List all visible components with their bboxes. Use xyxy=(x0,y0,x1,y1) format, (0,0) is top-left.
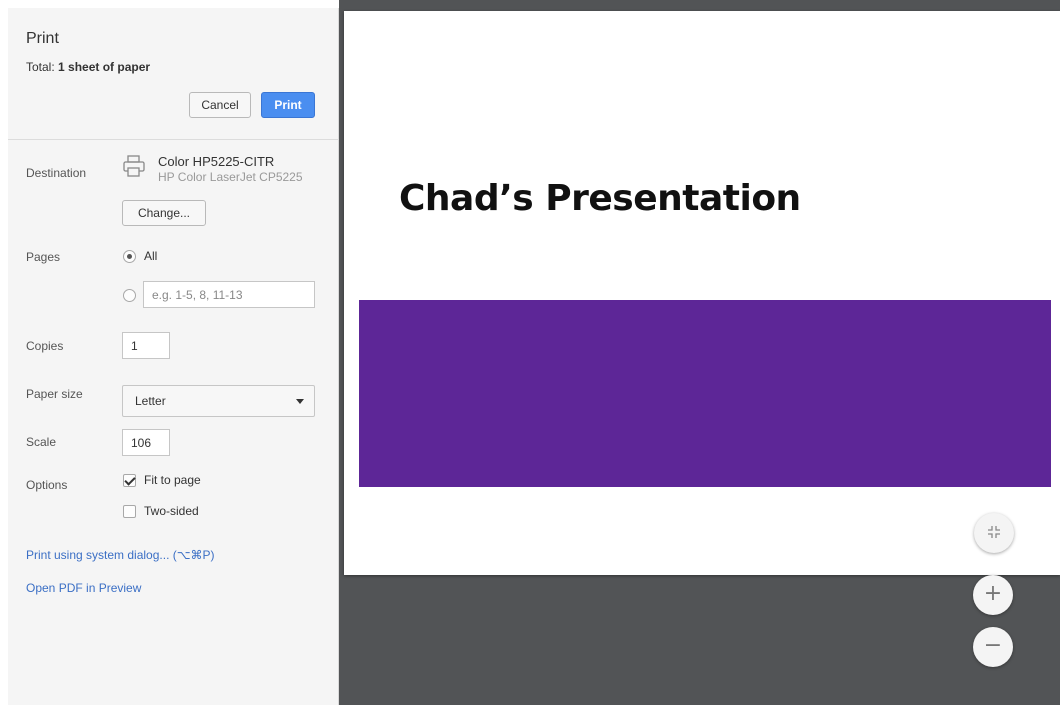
slide-title: Chad’s Presentation xyxy=(399,178,801,219)
printer-name: Color HP5225-CITR xyxy=(158,154,275,169)
print-header: Print Total: 1 sheet of paper Cancel Pri… xyxy=(8,8,339,140)
print-button[interactable]: Print xyxy=(261,92,315,118)
pages-label: Pages xyxy=(26,250,61,264)
printer-icon xyxy=(123,155,145,177)
fit-to-page-button[interactable] xyxy=(974,513,1014,553)
slide-color-band xyxy=(359,300,1051,487)
two-sided-label: Two-sided xyxy=(144,504,199,518)
copies-label: Copies xyxy=(26,339,64,353)
pages-all-label: All xyxy=(144,249,158,263)
print-settings-panel: Print Total: 1 sheet of paper Cancel Pri… xyxy=(8,8,339,705)
scale-input[interactable] xyxy=(122,429,170,456)
dialog-title: Print xyxy=(26,30,59,47)
printer-model: HP Color LaserJet CP5225 xyxy=(158,170,303,184)
cancel-button[interactable]: Cancel xyxy=(189,92,251,118)
paper-size-value: Letter xyxy=(135,394,166,408)
minus-icon: − xyxy=(983,633,1003,658)
total-sheets: Total: 1 sheet of paper xyxy=(26,60,150,74)
pages-range-input[interactable] xyxy=(143,281,315,308)
total-prefix: Total: xyxy=(26,60,59,74)
two-sided-checkbox[interactable] xyxy=(123,505,136,518)
change-destination-button[interactable]: Change... xyxy=(122,200,206,226)
fit-to-page-icon xyxy=(988,526,1000,538)
copies-input[interactable] xyxy=(122,332,170,359)
system-dialog-link[interactable]: Print using system dialog... (⌥⌘P) xyxy=(26,548,215,562)
open-pdf-link[interactable]: Open PDF in Preview xyxy=(26,581,141,595)
zoom-in-button[interactable]: + xyxy=(973,575,1013,615)
plus-icon: + xyxy=(983,581,1003,606)
chevron-down-icon xyxy=(296,399,304,404)
zoom-out-button[interactable]: − xyxy=(973,627,1013,667)
preview-page: Chad’s Presentation xyxy=(344,11,1060,575)
paper-size-label: Paper size xyxy=(26,387,83,401)
pages-range-radio[interactable] xyxy=(123,289,136,302)
total-value: 1 sheet of paper xyxy=(58,60,151,74)
scale-label: Scale xyxy=(26,435,57,449)
fit-to-page-label: Fit to page xyxy=(144,473,201,487)
pages-all-radio[interactable] xyxy=(123,250,136,263)
fit-to-page-checkbox[interactable] xyxy=(123,474,136,487)
window-edge xyxy=(0,0,8,705)
paper-size-select[interactable]: Letter xyxy=(122,385,315,417)
destination-label: Destination xyxy=(26,166,87,180)
options-label: Options xyxy=(26,478,68,492)
